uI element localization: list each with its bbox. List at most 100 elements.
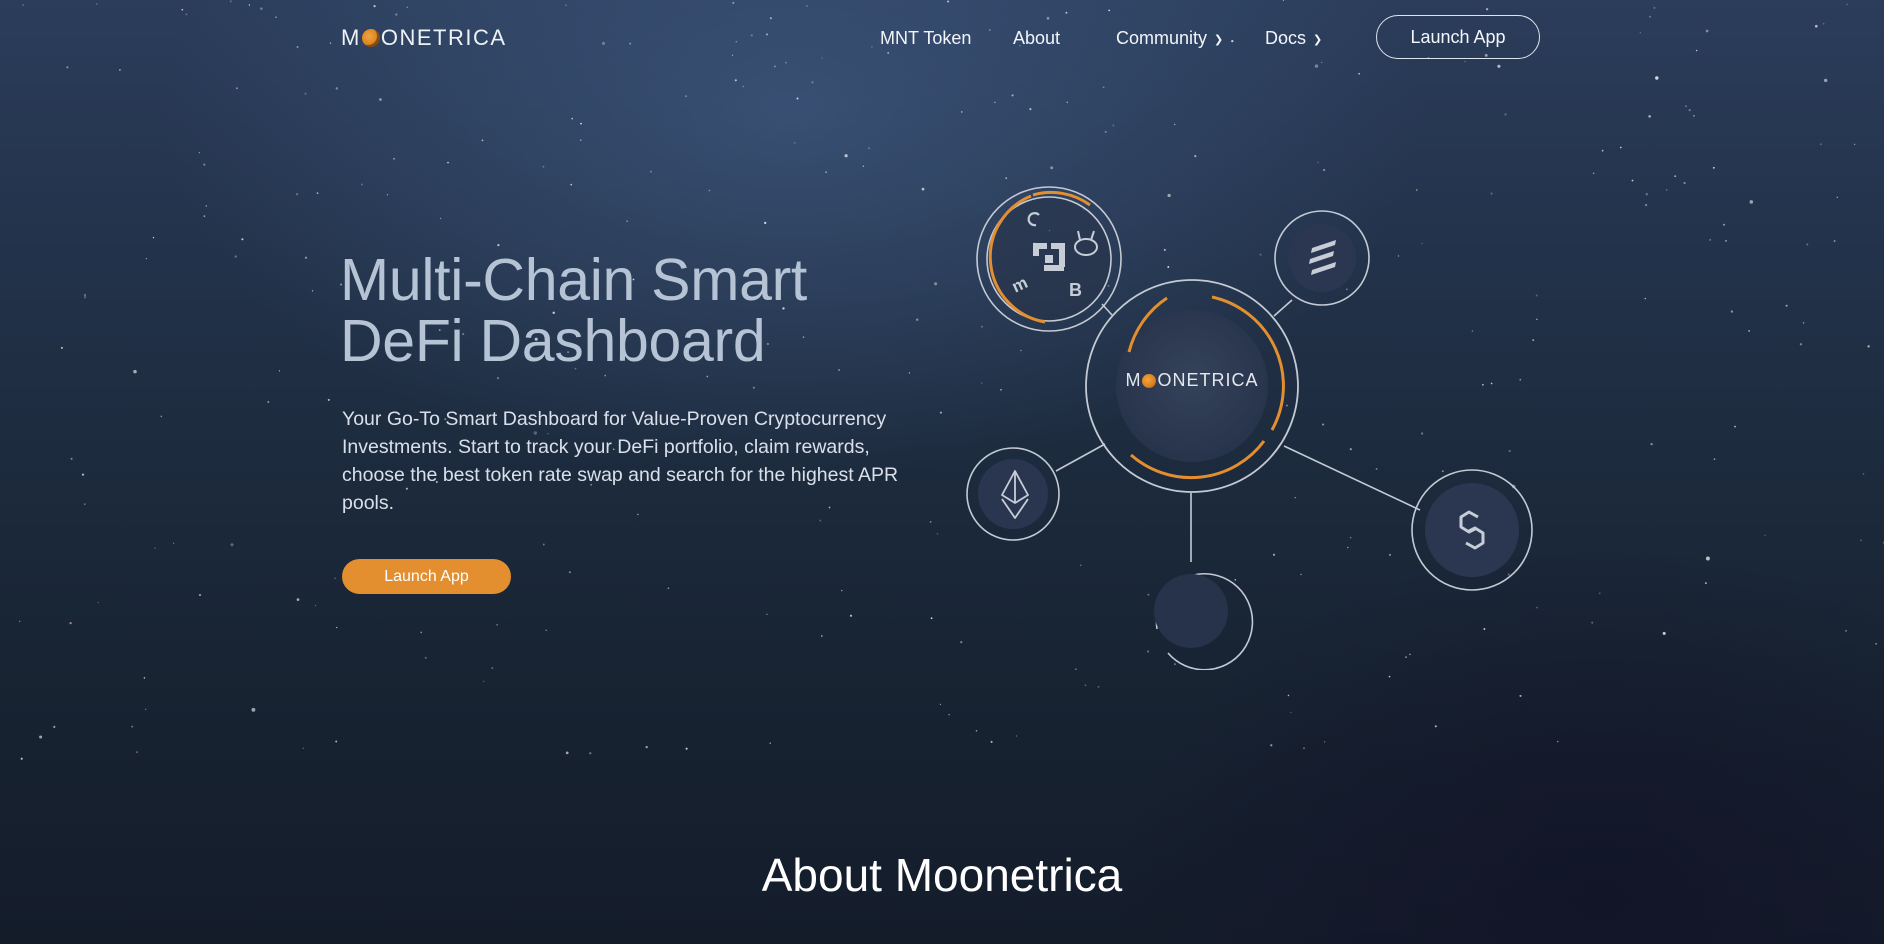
star [825, 171, 827, 173]
star [626, 220, 628, 222]
star [1806, 243, 1809, 246]
token-b-icon: B [1069, 280, 1082, 300]
star [336, 626, 338, 629]
star [1683, 181, 1686, 185]
star [734, 79, 737, 82]
star [152, 236, 155, 239]
star [685, 747, 688, 750]
star [868, 147, 871, 150]
star [1557, 740, 1559, 743]
star [203, 163, 206, 166]
star [39, 735, 43, 739]
star [302, 747, 304, 749]
nav-item-docs[interactable]: Docs ❯ [1265, 24, 1322, 52]
star [251, 707, 256, 712]
center-logo-suffix: ONETRICA [1157, 370, 1259, 390]
star [1824, 78, 1828, 83]
star [1519, 694, 1522, 697]
moonetrica-logo[interactable]: M ONETRICA [341, 22, 507, 54]
nav-label: Community [1116, 27, 1208, 48]
star [1713, 458, 1716, 460]
star [1194, 155, 1197, 158]
star [314, 604, 317, 607]
star [1303, 747, 1305, 750]
top-navbar: M ONETRICA MNT Token About Community ❯ D… [0, 0, 1884, 76]
star [1504, 113, 1507, 116]
star [136, 751, 138, 753]
star [420, 631, 423, 634]
bottom-chain-node[interactable] [1154, 573, 1254, 670]
star [69, 621, 72, 625]
star [481, 139, 484, 142]
star [1688, 108, 1691, 112]
polygon-node[interactable] [1411, 469, 1533, 591]
star [267, 401, 270, 403]
star [604, 374, 607, 377]
hero-title: Multi-Chain Smart DeFi Dashboard [340, 250, 940, 372]
star [921, 187, 925, 191]
solana-node[interactable] [1274, 210, 1370, 306]
exchange-cluster-node[interactable]: B m [976, 186, 1122, 332]
star [568, 571, 571, 574]
button-label: Launch App [384, 567, 469, 585]
star [84, 294, 86, 296]
nav-item-community[interactable]: Community ❯ [1116, 24, 1223, 52]
star [316, 192, 319, 195]
star [708, 189, 711, 192]
star [70, 457, 73, 460]
star [667, 587, 670, 590]
header-launch-app-button[interactable]: Launch App [1376, 15, 1540, 59]
star [1709, 238, 1712, 241]
star [580, 139, 582, 141]
star [1102, 86, 1105, 89]
ethereum-node[interactable] [966, 447, 1060, 541]
nav-item-about[interactable]: About [1013, 24, 1060, 52]
star [1875, 643, 1877, 645]
star [1705, 556, 1710, 561]
star [1104, 130, 1107, 133]
star [1749, 200, 1754, 204]
star [447, 161, 449, 164]
star [1685, 105, 1687, 107]
star [81, 473, 85, 476]
star [198, 593, 202, 597]
svg-text:B: B [1069, 280, 1082, 300]
star [1631, 179, 1634, 182]
star [83, 296, 87, 299]
button-label: Launch App [1410, 26, 1506, 47]
star [1270, 744, 1273, 747]
star [1317, 161, 1319, 164]
star [1802, 322, 1805, 324]
star [1066, 101, 1068, 104]
nav-item-mnt-token[interactable]: MNT Token [880, 24, 971, 52]
star [203, 215, 206, 217]
star [1599, 592, 1601, 594]
hero-launch-app-button[interactable]: Launch App [342, 559, 511, 594]
hero-title-line-1: Multi-Chain Smart [340, 247, 808, 313]
logo-text-suffix: ONETRICA [380, 25, 507, 50]
star [929, 521, 932, 523]
moon-icon [1142, 373, 1157, 388]
star [1665, 189, 1668, 191]
star [160, 415, 163, 418]
star [1820, 143, 1822, 145]
star [335, 740, 338, 743]
star [1650, 442, 1653, 446]
star [706, 375, 709, 378]
star [1388, 675, 1391, 678]
star [1734, 425, 1736, 428]
star [335, 87, 338, 90]
chevron-down-icon: ❯ [1214, 33, 1224, 46]
star [580, 122, 582, 125]
star [278, 370, 281, 372]
star [1592, 172, 1595, 175]
star [1434, 725, 1437, 728]
star [1644, 203, 1648, 207]
star [1730, 310, 1734, 313]
star [542, 165, 545, 168]
star [1867, 345, 1870, 348]
star [1648, 115, 1651, 118]
star [145, 708, 147, 711]
star [994, 101, 996, 104]
star [1173, 123, 1176, 126]
